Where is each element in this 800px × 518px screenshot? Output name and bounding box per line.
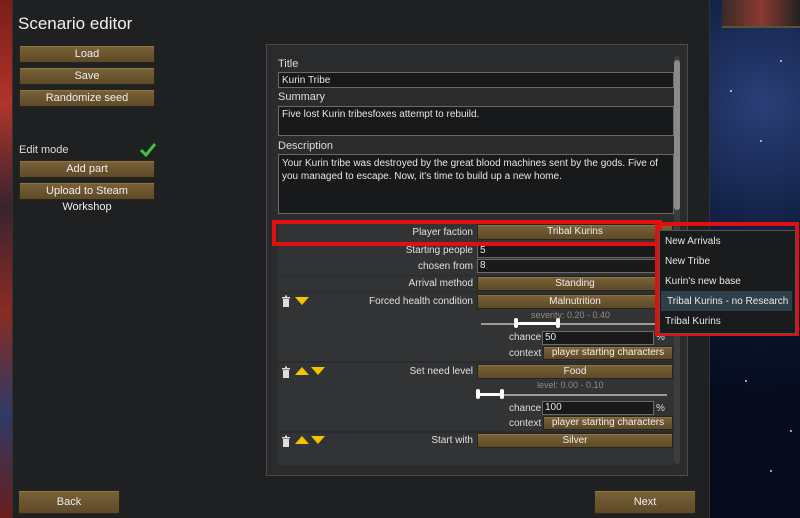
star <box>745 380 747 382</box>
severity-slider-min-handle[interactable] <box>514 318 518 328</box>
start-with-dropdown[interactable]: Silver <box>477 433 673 448</box>
health-context-label: context <box>509 348 542 359</box>
summary-label: Summary <box>278 91 326 103</box>
starting-people-label: Starting people <box>405 245 473 256</box>
starting-people-input[interactable]: 5 <box>477 244 673 258</box>
chosen-from-label: chosen from <box>417 261 473 272</box>
need-chance-percent: % <box>656 403 665 414</box>
star <box>770 470 772 472</box>
dropdown-option-tribal-kurins-no-research[interactable]: Tribal Kurins - no Research <box>667 296 788 307</box>
background-ship-art <box>722 0 800 28</box>
star <box>760 140 762 142</box>
need-slider-max-handle[interactable] <box>500 389 504 399</box>
health-condition-label: Forced health condition <box>369 296 473 307</box>
title-label: Title <box>278 58 299 70</box>
star <box>780 60 782 62</box>
start-with-label: Start with <box>431 435 473 446</box>
need-slider-track[interactable] <box>481 394 667 396</box>
severity-label: severity: 0.20 - 0.40 <box>531 310 611 320</box>
need-context-dropdown[interactable]: player starting characters <box>543 416 673 430</box>
need-slider-min-handle[interactable] <box>476 389 480 399</box>
checkmark-icon[interactable] <box>140 143 156 157</box>
health-chance-label: chance <box>509 332 542 343</box>
need-dropdown[interactable]: Food <box>477 364 673 379</box>
chosen-from-input[interactable]: 8 <box>477 259 673 273</box>
randomize-seed-button[interactable]: Randomize seed <box>19 89 155 107</box>
dropdown-option-tribal-kurins[interactable]: Tribal Kurins <box>665 316 721 327</box>
add-part-button[interactable]: Add part <box>19 160 155 178</box>
title-input[interactable]: Kurin Tribe <box>278 72 674 88</box>
save-button[interactable]: Save <box>19 67 155 85</box>
description-input[interactable]: Your Kurin tribe was destroyed by the gr… <box>278 154 674 214</box>
severity-slider-range <box>516 322 558 325</box>
highlight-player-faction <box>272 220 662 246</box>
health-condition-dropdown[interactable]: Malnutrition <box>477 294 673 309</box>
dropdown-option-new-tribe[interactable]: New Tribe <box>665 256 710 267</box>
need-chance-label: chance <box>509 403 542 414</box>
window-title: Scenario editor <box>18 14 133 33</box>
star <box>790 430 792 432</box>
need-slider-range <box>478 393 502 396</box>
background-art-left <box>0 0 12 518</box>
need-chance-input[interactable]: 100 <box>542 401 654 415</box>
health-context-dropdown[interactable]: player starting characters <box>543 346 673 360</box>
severity-slider-max-handle[interactable] <box>556 318 560 328</box>
upload-steam-workshop-button[interactable]: Upload to Steam Workshop <box>19 182 155 213</box>
description-label: Description <box>278 140 334 152</box>
edit-mode-label: Edit mode <box>19 144 69 156</box>
need-level-range-label: level: 0.00 - 0.10 <box>537 380 604 390</box>
arrival-method-label: Arrival method <box>408 278 473 289</box>
arrival-method-dropdown[interactable]: Standing <box>477 276 673 291</box>
need-level-label: Set need level <box>409 366 473 377</box>
dropdown-option-new-arrivals[interactable]: New Arrivals <box>665 236 721 247</box>
need-context-label: context <box>509 418 542 429</box>
back-button[interactable]: Back <box>18 490 120 514</box>
dropdown-option-kurins-new-base[interactable]: Kurin's new base <box>665 276 741 287</box>
star <box>730 90 732 92</box>
scrollbar-thumb[interactable] <box>674 60 680 210</box>
severity-slider-track[interactable] <box>481 323 667 325</box>
next-button[interactable]: Next <box>594 490 696 514</box>
summary-input[interactable]: Five lost Kurin tribesfoxes attempt to r… <box>278 106 674 136</box>
load-button[interactable]: Load <box>19 45 155 63</box>
health-chance-input[interactable]: 50 <box>542 331 654 345</box>
